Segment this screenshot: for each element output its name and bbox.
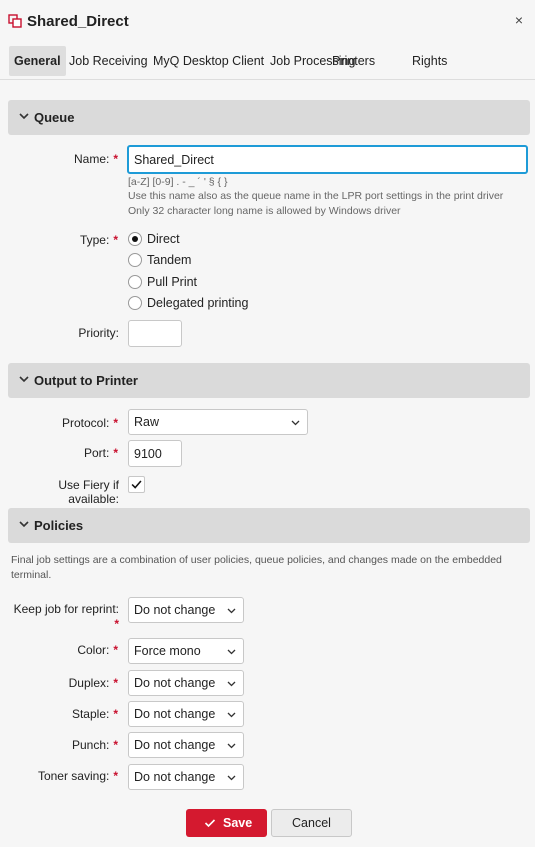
tab-bar: General Job Receiving MyQ Desktop Client… xyxy=(0,42,535,80)
policies-description: Final job settings are a combination of … xyxy=(11,554,502,581)
printer-queue-icon xyxy=(8,14,22,28)
protocol-select[interactable]: Raw xyxy=(128,409,308,435)
tab-general[interactable]: General xyxy=(9,46,66,76)
section-title-queue: Queue xyxy=(34,110,75,125)
staple-label: Staple: * xyxy=(71,707,118,721)
required-mark: * xyxy=(113,738,118,752)
required-mark: * xyxy=(113,769,118,783)
window-title: Shared_Direct xyxy=(27,13,129,30)
required-mark: * xyxy=(113,643,118,657)
tab-printers[interactable]: Printers xyxy=(327,46,380,76)
port-label: Port: * xyxy=(83,446,118,460)
priority-input[interactable] xyxy=(128,320,182,347)
required-mark: * xyxy=(114,617,119,631)
chevron-down-icon xyxy=(19,113,29,120)
keep-job-label: Keep job for reprint: * xyxy=(13,602,119,631)
staple-select[interactable]: Do not change xyxy=(128,701,244,727)
type-label: Type: * xyxy=(79,233,118,247)
cancel-button[interactable]: Cancel xyxy=(271,809,352,837)
section-header-queue[interactable]: Queue xyxy=(8,100,530,135)
queue-name-input[interactable] xyxy=(127,145,528,174)
required-mark: * xyxy=(113,233,118,247)
chevron-down-icon xyxy=(227,649,236,655)
required-mark: * xyxy=(113,676,118,690)
chevron-down-icon xyxy=(291,420,300,426)
tab-myq-desktop-client[interactable]: MyQ Desktop Client xyxy=(148,46,269,76)
color-label: Color: * xyxy=(77,643,118,657)
required-mark: * xyxy=(113,446,118,460)
section-title-output: Output to Printer xyxy=(34,373,138,388)
radio-tandem[interactable] xyxy=(128,253,142,267)
chevron-down-icon xyxy=(227,743,236,749)
section-header-output[interactable]: Output to Printer xyxy=(8,363,530,398)
duplex-label: Duplex: * xyxy=(68,676,118,690)
name-hint-length: Only 32 character long name is allowed b… xyxy=(128,205,401,217)
chevron-down-icon xyxy=(227,608,236,614)
required-mark: * xyxy=(113,152,118,166)
checkmark-icon xyxy=(131,480,142,489)
chevron-down-icon xyxy=(19,521,29,528)
priority-label: Priority: xyxy=(78,326,119,340)
checkmark-icon xyxy=(204,819,216,828)
close-icon[interactable]: × xyxy=(511,12,527,28)
port-input[interactable] xyxy=(128,440,182,467)
tab-rights[interactable]: Rights xyxy=(407,46,452,76)
required-mark: * xyxy=(113,707,118,721)
radio-delegated-printing[interactable] xyxy=(128,296,142,310)
section-header-policies[interactable]: Policies xyxy=(8,508,530,543)
radio-pull-print[interactable] xyxy=(128,275,142,289)
save-button[interactable]: Save xyxy=(186,809,267,837)
radio-direct[interactable] xyxy=(128,232,142,246)
toner-saving-select[interactable]: Do not change xyxy=(128,764,244,790)
chevron-down-icon xyxy=(19,376,29,383)
protocol-label: Protocol: * xyxy=(61,416,118,430)
punch-select[interactable]: Do not change xyxy=(128,732,244,758)
name-hint-chars: [a-Z] [0-9] . - _ ´ ' § { } xyxy=(128,176,228,188)
section-title-policies: Policies xyxy=(34,518,84,533)
color-select[interactable]: Force mono xyxy=(128,638,244,664)
chevron-down-icon xyxy=(227,775,236,781)
required-mark: * xyxy=(113,416,118,430)
name-label: Name: * xyxy=(73,152,118,166)
fiery-label: Use Fiery if available: xyxy=(58,478,119,506)
fiery-checkbox[interactable] xyxy=(128,476,145,493)
toner-saving-label: Toner saving: * xyxy=(37,769,118,783)
keep-job-select[interactable]: Do not change xyxy=(128,597,244,623)
chevron-down-icon xyxy=(227,712,236,718)
tab-job-receiving[interactable]: Job Receiving xyxy=(64,46,153,76)
title-bar: Shared_Direct × xyxy=(0,0,535,42)
chevron-down-icon xyxy=(227,681,236,687)
punch-label: Punch: * xyxy=(71,738,118,752)
duplex-select[interactable]: Do not change xyxy=(128,670,244,696)
name-hint-lpr: Use this name also as the queue name in … xyxy=(128,190,504,202)
